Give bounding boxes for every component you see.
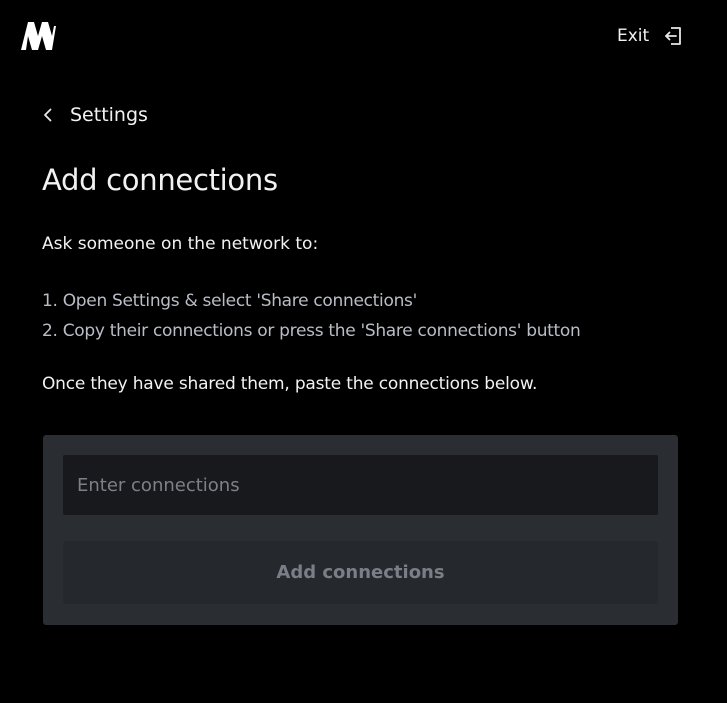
add-connections-screen: Exit Settings Add connections Ask someon… <box>0 0 727 703</box>
instruction-step: 1. Open Settings & select 'Share connect… <box>42 291 417 311</box>
instruction-steps: 1. Open Settings & select 'Share connect… <box>42 286 581 346</box>
back-label: Settings <box>70 104 148 126</box>
exit-button[interactable]: Exit <box>617 24 683 48</box>
brand-logo-icon <box>21 22 56 50</box>
chevron-left-icon <box>44 108 52 122</box>
exit-label: Exit <box>617 26 650 46</box>
connections-form: Add connections <box>43 435 678 625</box>
intro-text: Ask someone on the network to: <box>42 234 319 254</box>
outro-text: Once they have shared them, paste the co… <box>42 374 538 394</box>
exit-door-icon <box>665 27 682 45</box>
add-connections-button[interactable]: Add connections <box>63 541 658 604</box>
back-to-settings-link[interactable]: Settings <box>40 100 148 130</box>
instruction-step: 2. Copy their connections or press the '… <box>42 321 581 341</box>
connections-input[interactable] <box>63 455 658 515</box>
page-title: Add connections <box>42 163 278 197</box>
